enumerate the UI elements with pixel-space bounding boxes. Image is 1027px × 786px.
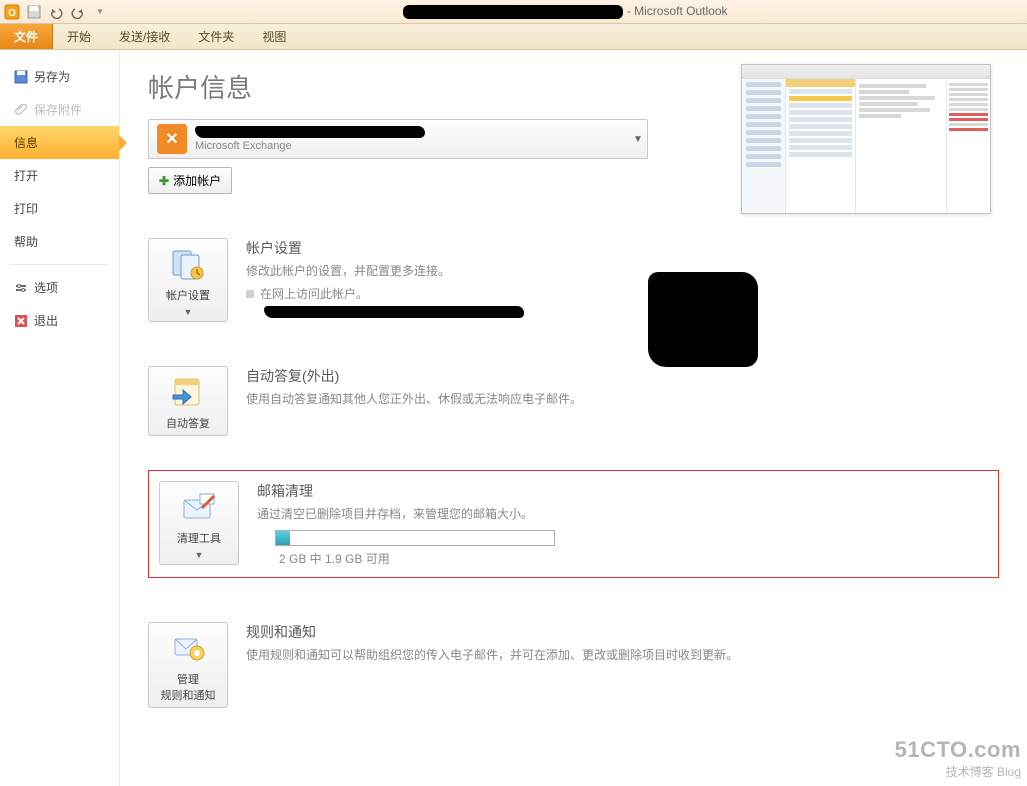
nav-open[interactable]: 打开 [0,159,119,192]
tab-send-receive[interactable]: 发送/接收 [105,24,184,49]
tab-folder[interactable]: 文件夹 [184,24,248,49]
settings-bullet: 在网上访问此帐户。 [246,285,524,302]
preview-thumbnail [741,64,991,214]
quick-access-toolbar: O ▼ [4,4,108,20]
rules-icon [169,631,207,665]
chevron-down-icon: ▼ [629,134,647,145]
plus-icon: ✚ [159,174,169,188]
tab-view[interactable]: 视图 [248,24,300,49]
auto-reply-button[interactable]: 自动答复 [148,366,228,436]
account-settings-button[interactable]: 帐户设置 ▼ [148,238,228,322]
redacted-account-email [195,126,425,138]
attachment-icon [14,103,28,117]
nav-exit[interactable]: 退出 [0,304,119,337]
window-title: - Microsoft Outlook [108,4,1023,19]
nav-save-attachments[interactable]: 保存附件 [0,93,119,126]
chevron-down-icon: ▼ [164,550,234,560]
title-bar: O ▼ - Microsoft Outlook [0,0,1027,24]
bullet-icon [246,290,254,298]
quota-fill [276,531,290,545]
cleanup-desc: 通过清空已删除项目并存档，来管理您的邮箱大小。 [257,505,555,524]
save-as-icon [14,70,28,84]
tab-file[interactable]: 文件 [0,24,53,49]
rules-title: 规则和通知 [246,622,738,642]
rules-desc: 使用规则和通知可以帮助组织您的传入电子邮件，并可在添加、更改或删除项目时收到更新… [246,646,738,665]
save-icon[interactable] [26,4,42,20]
nav-print[interactable]: 打印 [0,192,119,225]
settings-title: 帐户设置 [246,238,524,258]
section-rules: 管理 规则和通知 规则和通知 使用规则和通知可以帮助组织您的传入电子邮件，并可在… [148,622,999,708]
svg-text:O: O [8,8,16,19]
autoreply-desc: 使用自动答复通知其他人您正外出、休假或无法响应电子邮件。 [246,390,582,409]
settings-desc: 修改此帐户的设置，并配置更多连接。 [246,262,524,281]
nav-help[interactable]: 帮助 [0,225,119,258]
nav-info[interactable]: 信息 [0,126,119,159]
quota-text: 2 GB 中 1.9 GB 可用 [279,550,555,567]
redacted-photo [648,272,758,367]
nav-save-as[interactable]: 另存为 [0,60,119,93]
redacted-title [403,5,623,19]
chevron-down-icon: ▼ [153,307,223,317]
settings-link-redacted[interactable] [264,306,524,318]
redo-icon[interactable] [70,4,86,20]
nav-separator [10,264,109,265]
undo-icon[interactable] [48,4,64,20]
backstage-nav: 另存为 保存附件 信息 打开 打印 帮助 选项 退出 [0,50,120,786]
exchange-icon: ✕ [157,124,187,154]
auto-reply-icon [169,375,207,409]
cleanup-icon [180,490,218,524]
cleanup-tools-button[interactable]: 清理工具 ▼ [159,481,239,565]
mailbox-quota-bar [275,530,555,546]
qat-dropdown-icon[interactable]: ▼ [92,4,108,20]
section-account-settings: 帐户设置 ▼ 帐户设置 修改此帐户的设置，并配置更多连接。 在网上访问此帐户。 [148,238,999,322]
tab-home[interactable]: 开始 [53,24,105,49]
cleanup-title: 邮箱清理 [257,481,555,501]
outlook-icon[interactable]: O [4,4,20,20]
nav-options[interactable]: 选项 [0,271,119,304]
section-auto-reply: 自动答复 自动答复(外出) 使用自动答复通知其他人您正外出、休假或无法响应电子邮… [148,366,999,436]
account-selector[interactable]: ✕ Microsoft Exchange ▼ [148,119,648,159]
watermark: 51CTO.com 技术博客 Blog [895,737,1021,780]
options-icon [14,281,28,295]
section-mailbox-cleanup: 清理工具 ▼ 邮箱清理 通过清空已删除项目并存档，来管理您的邮箱大小。 2 GB… [148,470,999,578]
autoreply-title: 自动答复(外出) [246,366,582,386]
account-settings-icon [169,247,207,281]
exit-icon [14,314,28,328]
ribbon-tabs: 文件 开始 发送/接收 文件夹 视图 [0,24,1027,50]
account-type-label: Microsoft Exchange [195,140,629,152]
add-account-button[interactable]: ✚ 添加帐户 [148,167,232,194]
manage-rules-button[interactable]: 管理 规则和通知 [148,622,228,708]
